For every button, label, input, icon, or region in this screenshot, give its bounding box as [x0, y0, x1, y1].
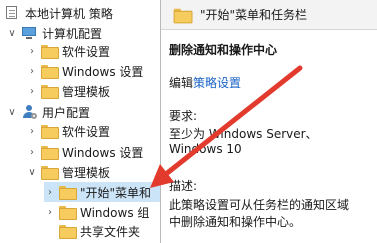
tree-item-uc-admin-templates[interactable]: ∨ 管理模板	[26, 162, 110, 182]
folder-icon	[41, 85, 59, 99]
chevron-right-icon[interactable]: ›	[26, 45, 38, 57]
folder-icon	[59, 186, 77, 200]
tree-pane[interactable]: 本地计算机 策略 ∨ 计算机配置 › 软件设置 › Windows 设置 › 管…	[0, 0, 160, 243]
tree-item-label: 管理模板	[62, 84, 111, 99]
chevron-right-icon[interactable]: ›	[26, 85, 38, 97]
folder-icon	[41, 45, 59, 59]
tree-item-label: Windows 组	[80, 205, 150, 220]
chevron-right-icon[interactable]: ›	[26, 125, 38, 137]
requirements-line-1: 至少为 Windows Server、	[169, 127, 318, 141]
tree-item-label: 管理模板	[62, 165, 111, 180]
folder-icon	[41, 125, 59, 139]
tree-item-label: Windows 设置	[62, 64, 144, 79]
chevron-right-icon[interactable]: ›	[44, 186, 56, 198]
tree-item-label: "开始"菜单和	[80, 185, 152, 200]
policy-title: 删除通知和操作中心	[169, 43, 278, 57]
chevron-right-icon[interactable]: ›	[44, 206, 56, 218]
detail-pane: "开始"菜单和任务栏 删除通知和操作中心 编辑策略设置 要求: 至少为 Wind…	[161, 0, 377, 243]
chevron-right-icon[interactable]: ›	[26, 146, 38, 158]
tree-item-label: Windows 设置	[62, 145, 144, 160]
tree-item-label: 软件设置	[62, 124, 111, 139]
chevron-down-icon[interactable]: ∨	[26, 166, 38, 178]
computer-icon	[21, 26, 37, 40]
tree-item-label: 用户配置	[42, 105, 91, 120]
folder-icon	[59, 206, 77, 220]
tree-item-label: 共享文件夹	[80, 224, 141, 239]
tree-item-uc-software[interactable]: › 软件设置	[26, 121, 110, 141]
user-config-icon	[21, 105, 37, 119]
tree-item-label: 计算机配置	[42, 26, 103, 41]
description-line-1: 此策略设置可从任务栏的通知区域	[169, 198, 350, 212]
folder-icon	[173, 8, 193, 23]
requirements-line-2: Windows 10	[169, 142, 242, 156]
folder-icon	[41, 146, 59, 160]
chevron-right-icon[interactable]: ›	[26, 65, 38, 77]
edit-policy-link[interactable]: 策略设置	[193, 76, 241, 90]
chevron-down-icon[interactable]: ∨	[6, 27, 18, 39]
requirements-label: 要求:	[169, 109, 198, 123]
policy-icon	[4, 6, 20, 20]
tree-item-label: 软件设置	[62, 44, 111, 59]
edit-prefix: 编辑	[169, 76, 194, 90]
detail-header-title: "开始"菜单和任务栏	[200, 8, 308, 22]
tree-item-user-config[interactable]: ∨ 用户配置	[6, 102, 90, 122]
tree-item-windows-components[interactable]: › Windows 组	[44, 202, 149, 222]
tree-item-start-menu-taskbar[interactable]: › "开始"菜单和	[44, 182, 160, 202]
detail-header: "开始"菜单和任务栏	[161, 0, 377, 30]
tree-item-computer-config[interactable]: ∨ 计算机配置	[6, 23, 102, 43]
tree-item-cc-software[interactable]: › 软件设置	[26, 41, 110, 61]
tree-item-cc-admin-templates[interactable]: › 管理模板	[26, 81, 110, 101]
folder-icon	[41, 166, 59, 180]
chevron-down-icon[interactable]: ∨	[6, 106, 18, 118]
tree-item-local-computer-policy[interactable]: 本地计算机 策略	[4, 3, 113, 23]
description-line-2: 中删除通知和操作中心。	[169, 215, 302, 229]
tree-item-label: 本地计算机 策略	[25, 6, 113, 21]
tree-item-cc-windows-settings[interactable]: › Windows 设置	[26, 61, 143, 81]
edit-policy-line: 编辑策略设置	[169, 74, 241, 91]
description-label: 描述:	[169, 179, 198, 193]
folder-icon	[59, 225, 77, 239]
tree-item-shared-folders[interactable]: 共享文件夹	[59, 221, 140, 241]
tree-item-uc-windows-settings[interactable]: › Windows 设置	[26, 142, 143, 162]
folder-icon	[41, 65, 59, 79]
